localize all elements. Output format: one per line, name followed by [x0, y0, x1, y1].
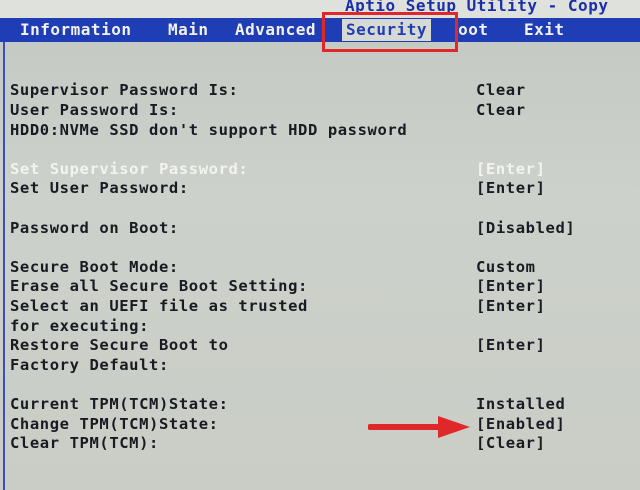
user-password-status-value: Clear [476, 101, 526, 119]
supervisor-password-status-value: Clear [476, 81, 526, 99]
change-tpm-state-value[interactable]: [Enabled] [476, 414, 565, 434]
restore-secure-boot-value[interactable]: [Enter] [476, 335, 546, 355]
clear-tpm-label[interactable]: Clear TPM(TCM): [10, 433, 159, 453]
clear-tpm-value[interactable]: [Clear] [476, 433, 546, 453]
hdd-password-note: HDD0:NVMe SSD don't support HDD password [10, 121, 408, 139]
password-on-boot-value[interactable]: [Disabled] [476, 218, 575, 238]
tab-exit[interactable]: Exit [524, 19, 565, 41]
menu-bar: Information Main Advanced Security Boot … [0, 18, 640, 42]
select-uefi-file-label-cont[interactable]: for executing: [10, 316, 149, 336]
password-on-boot-label[interactable]: Password on Boot: [10, 218, 179, 238]
secure-boot-mode-value[interactable]: Custom [476, 257, 536, 277]
restore-secure-boot-label-cont[interactable]: Factory Default: [10, 355, 169, 375]
erase-secure-boot-label[interactable]: Erase all Secure Boot Setting: [10, 276, 308, 296]
set-user-password-label[interactable]: Set User Password: [10, 178, 189, 198]
panel-left-border [3, 42, 5, 490]
change-tpm-state-label[interactable]: Change TPM(TCM)State: [10, 414, 219, 434]
bios-screen: Aptio Setup Utility - Copy Information M… [0, 0, 640, 490]
select-uefi-file-label[interactable]: Select an UEFI file as trusted [10, 296, 308, 316]
set-supervisor-password-value[interactable]: [Enter] [476, 159, 546, 179]
restore-secure-boot-label[interactable]: Restore Secure Boot to [10, 335, 229, 355]
erase-secure-boot-value[interactable]: [Enter] [476, 276, 546, 296]
tab-information[interactable]: Information [20, 19, 131, 41]
tab-boot[interactable]: Boot [456, 19, 504, 41]
red-arrow-icon [368, 416, 470, 438]
secure-boot-mode-label[interactable]: Secure Boot Mode: [10, 257, 179, 277]
set-user-password-value[interactable]: [Enter] [476, 178, 546, 198]
tab-main[interactable]: Main [168, 19, 209, 41]
title-bar: Aptio Setup Utility - Copy [0, 0, 640, 20]
select-uefi-file-value[interactable]: [Enter] [476, 296, 546, 316]
security-tab-highlight-box [322, 12, 458, 52]
tab-advanced[interactable]: Advanced [235, 19, 316, 41]
set-supervisor-password-label[interactable]: Set Supervisor Password: [10, 159, 248, 179]
supervisor-password-status-label: Supervisor Password Is: [10, 81, 239, 99]
user-password-status-label: User Password Is: [10, 101, 179, 119]
current-tpm-state-value: Installed [476, 395, 566, 413]
current-tpm-state-label: Current TPM(TCM)State: [10, 395, 229, 413]
